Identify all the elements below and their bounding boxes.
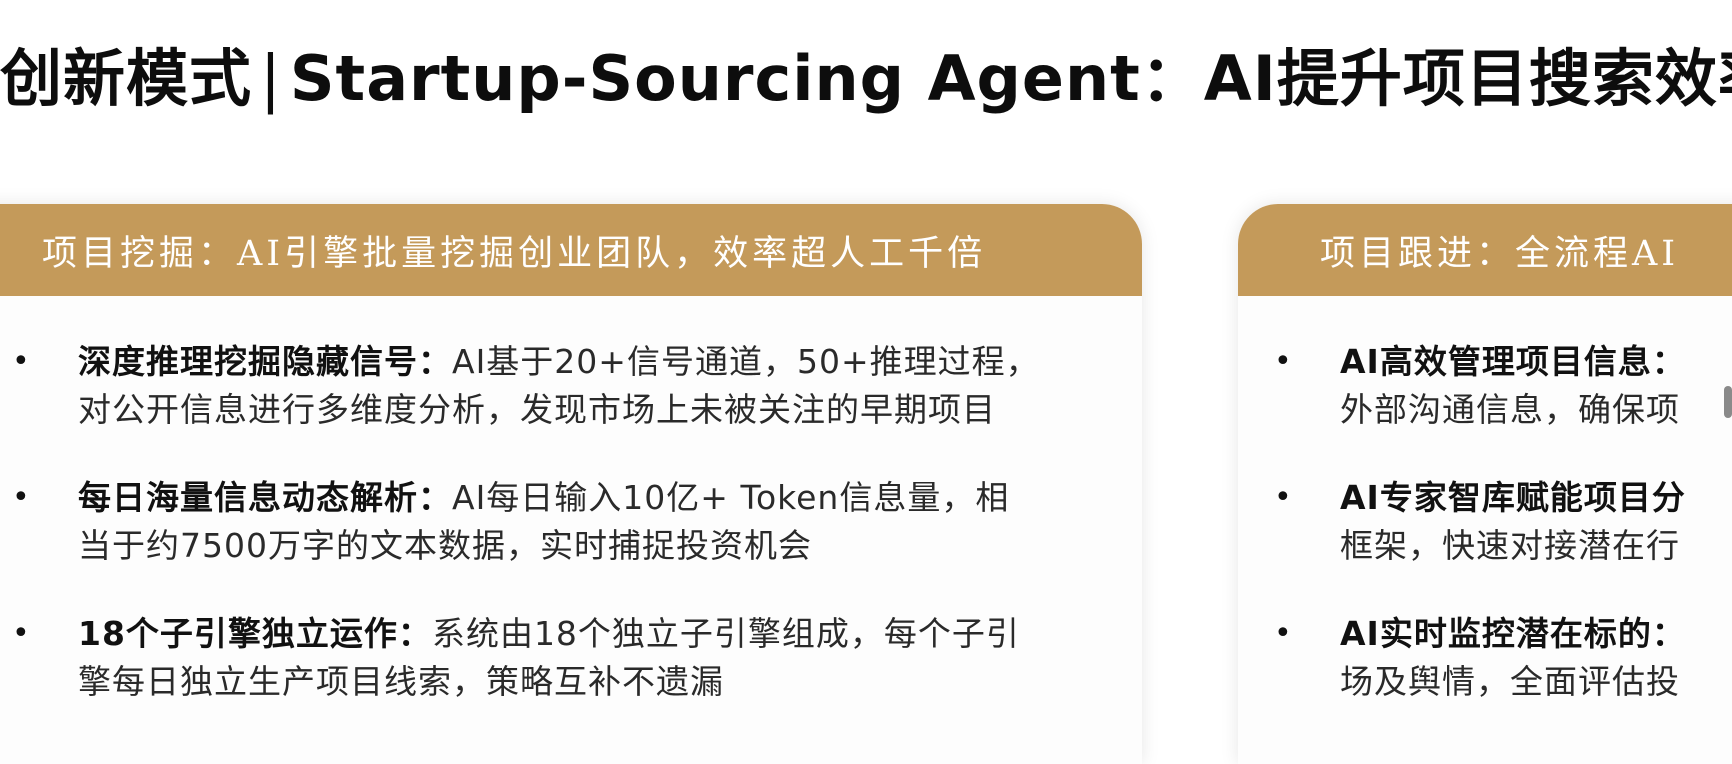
- point-lead: 18个子引擎独立运作：: [78, 614, 432, 653]
- point-text: AI每日输入10亿+ Token信息量，相: [452, 478, 1010, 517]
- project-mining-card: 项目挖掘：AI引擎批量挖掘创业团队，效率超人工千倍 • 深度推理挖掘隐藏信号：A…: [0, 204, 1142, 764]
- bullet-icon: •: [1274, 616, 1293, 651]
- bullet-icon: •: [1274, 344, 1293, 379]
- project-mining-header: 项目挖掘：AI引擎批量挖掘创业团队，效率超人工千倍: [0, 204, 1142, 296]
- point-text-cont: 场及舆情，全面评估投: [1340, 662, 1680, 701]
- point-text: 系统由18个独立子引擎组成，每个子引: [431, 614, 1020, 653]
- list-item: • AI高效管理项目信息： 外部沟通信息，确保项: [1274, 338, 1732, 434]
- bullet-icon: •: [12, 616, 31, 651]
- point-lead: AI高效管理项目信息：: [1340, 342, 1686, 381]
- project-followup-points: • AI高效管理项目信息： 外部沟通信息，确保项 • AI专家智库赋能项目分 框…: [1274, 338, 1732, 746]
- project-followup-header: 项目跟进：全流程AI: [1238, 204, 1732, 296]
- slide-title-cn: 创新模式: [0, 42, 253, 115]
- project-followup-card: 项目跟进：全流程AI • AI高效管理项目信息： 外部沟通信息，确保项 • AI…: [1238, 204, 1732, 764]
- point-text-cont: 当于约7500万字的文本数据，实时捕捉投资机会: [78, 526, 812, 565]
- bullet-icon: •: [12, 480, 31, 515]
- point-text-cont: 外部沟通信息，确保项: [1340, 390, 1680, 429]
- point-lead: 每日海量信息动态解析：: [78, 478, 452, 517]
- scrollbar-thumb[interactable]: [1724, 386, 1732, 418]
- slide-title-en: Startup-Sourcing Agent：AI提升项目搜索效率: [289, 42, 1732, 115]
- project-mining-points: • 深度推理挖掘隐藏信号：AI基于20+信号通道，50+推理过程， 对公开信息进…: [12, 338, 1092, 746]
- list-item: • AI专家智库赋能项目分 框架，快速对接潜在行: [1274, 474, 1732, 570]
- point-lead: 深度推理挖掘隐藏信号：: [78, 342, 452, 381]
- point-text: AI基于20+信号通道，50+推理过程，: [452, 342, 1040, 381]
- point-text-cont: 框架，快速对接潜在行: [1340, 526, 1680, 565]
- list-item: • 每日海量信息动态解析：AI每日输入10亿+ Token信息量，相 当于约75…: [12, 474, 1092, 570]
- list-item: • 深度推理挖掘隐藏信号：AI基于20+信号通道，50+推理过程， 对公开信息进…: [12, 338, 1092, 434]
- bullet-icon: •: [12, 344, 31, 379]
- point-lead: AI专家智库赋能项目分: [1340, 478, 1686, 517]
- list-item: • AI实时监控潜在标的： 场及舆情，全面评估投: [1274, 610, 1732, 706]
- point-lead: AI实时监控潜在标的：: [1340, 614, 1686, 653]
- point-text-cont: 擎每日独立生产项目线索，策略互补不遗漏: [78, 662, 724, 701]
- title-separator: |: [260, 42, 282, 115]
- slide-title: 创新模式 | Startup-Sourcing Agent：AI提升项目搜索效率: [0, 28, 1732, 118]
- list-item: • 18个子引擎独立运作：系统由18个独立子引擎组成，每个子引 擎每日独立生产项…: [12, 610, 1092, 706]
- point-text-cont: 对公开信息进行多维度分析，发现市场上未被关注的早期项目: [78, 390, 996, 429]
- bullet-icon: •: [1274, 480, 1293, 515]
